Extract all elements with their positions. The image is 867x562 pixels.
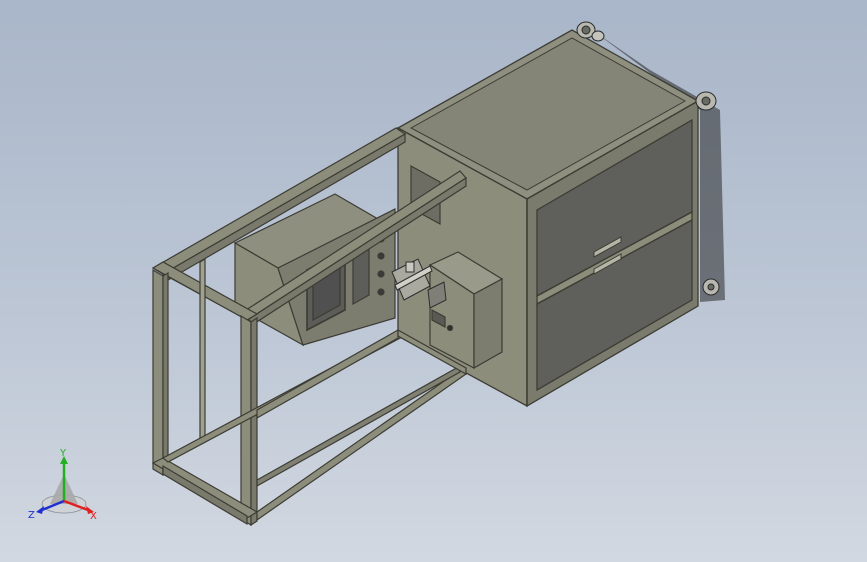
- cad-model-view[interactable]: [0, 0, 867, 562]
- frame-post-front-right-side: [250, 316, 258, 527]
- bolt: [377, 270, 385, 278]
- bolt: [377, 252, 385, 260]
- frame-bottom-rail-left-side: [162, 464, 248, 526]
- triad-z-arrowhead: [36, 506, 44, 514]
- frame-post-front-left: [152, 268, 164, 477]
- frame-post-back: [199, 257, 206, 445]
- caster-4: [702, 278, 720, 296]
- frame-mid-rail-1: [256, 328, 399, 420]
- gripper-block: [405, 261, 415, 273]
- control-box-lock-icon[interactable]: [446, 324, 454, 332]
- triad-z-label: Z: [28, 510, 35, 521]
- orientation-triad[interactable]: Y X Z: [24, 446, 108, 526]
- caster-3: [695, 91, 717, 111]
- triad-y-label: Y: [59, 448, 67, 459]
- caster-2: [591, 30, 605, 42]
- frame-mid-rail-2: [256, 364, 461, 488]
- control-box-right: [473, 277, 503, 370]
- triad-x-label: X: [90, 511, 97, 522]
- cad-viewport[interactable]: Y X Z: [0, 0, 867, 562]
- frame-post-front-left-side: [162, 271, 169, 477]
- bolt: [377, 288, 385, 296]
